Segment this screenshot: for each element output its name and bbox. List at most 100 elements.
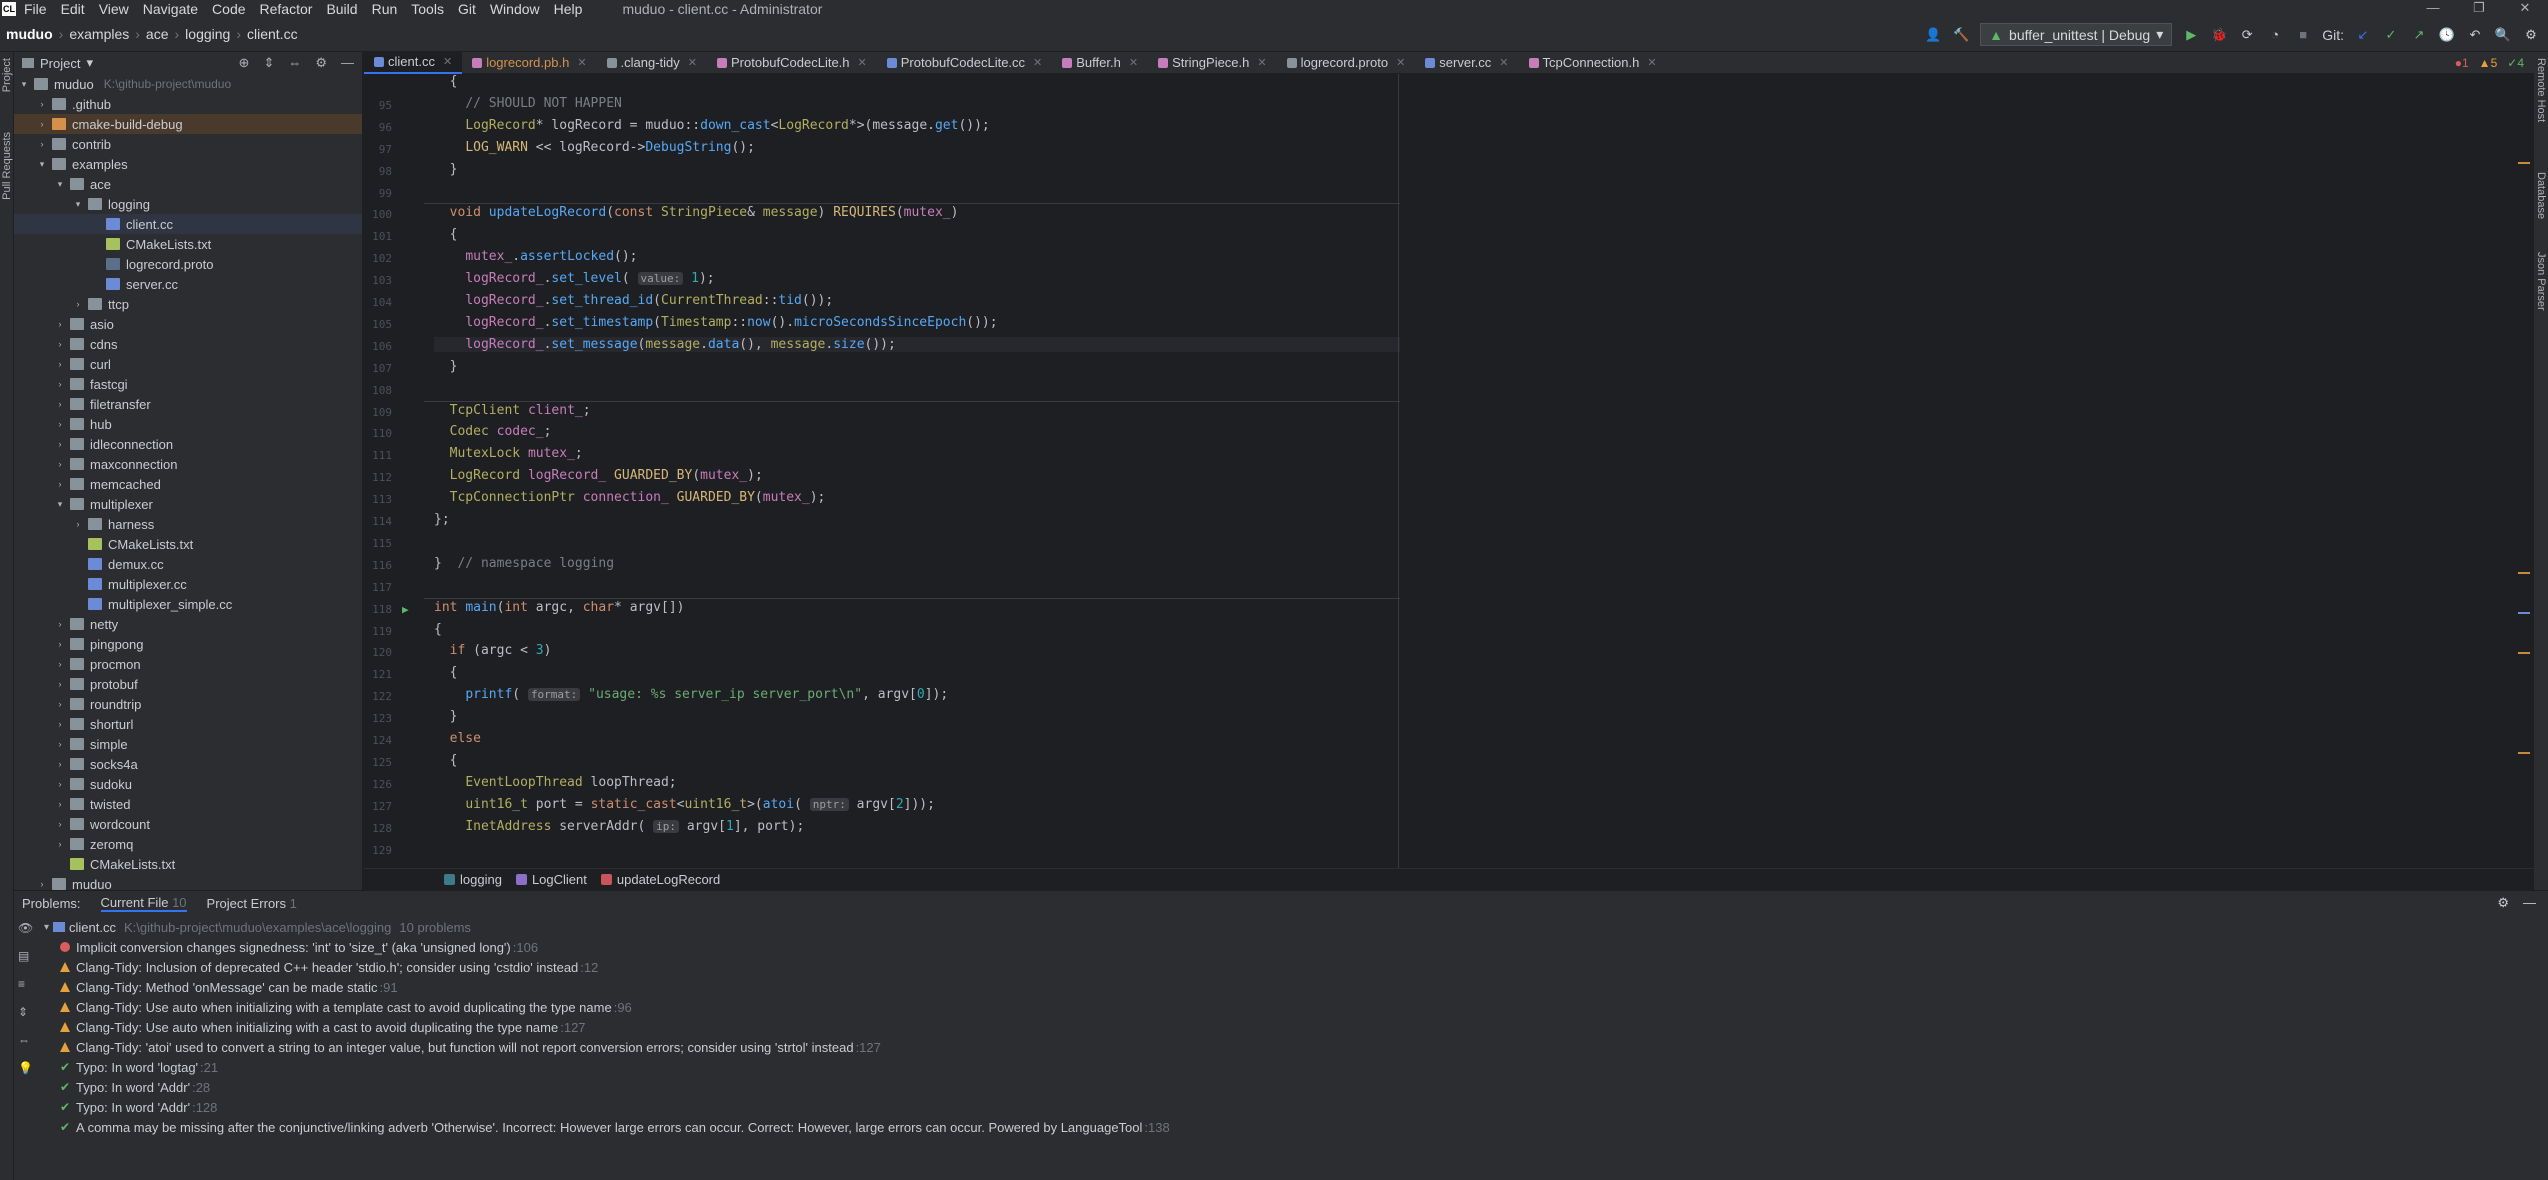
chevron-down-icon[interactable]: ▾ [18, 79, 30, 90]
tree-item[interactable]: › wordcount [14, 814, 362, 834]
tab-buffer-h[interactable]: Buffer.h ✕ [1052, 52, 1148, 74]
stop-icon[interactable]: ■ [2294, 26, 2312, 44]
code-line[interactable]: if (argc < 3) [434, 643, 552, 658]
problem-item[interactable]: Clang-Tidy: 'atoi' used to convert a str… [44, 1037, 1170, 1057]
chevron-right-icon[interactable]: › [54, 399, 66, 409]
tree-item[interactable]: › ttcp [14, 294, 362, 314]
breadcrumb-ace[interactable]: ace [146, 26, 169, 42]
chevron-right-icon[interactable]: › [72, 299, 84, 309]
menu-git[interactable]: Git [458, 1, 476, 17]
code-line[interactable]: LogRecord logRecord_ GUARDED_BY(mutex_); [434, 468, 763, 483]
problem-item[interactable]: Clang-Tidy: Use auto when initializing w… [44, 1017, 1170, 1037]
gear-icon[interactable]: ⚙ [315, 55, 327, 71]
menu-navigate[interactable]: Navigate [143, 1, 198, 17]
menu-edit[interactable]: Edit [61, 1, 85, 17]
menu-help[interactable]: Help [554, 1, 583, 17]
tree-item[interactable]: › netty [14, 614, 362, 634]
tree-item[interactable]: › simple [14, 734, 362, 754]
code-line[interactable]: void updateLogRecord(const StringPiece& … [434, 205, 959, 220]
problem-item[interactable]: Clang-Tidy: Inclusion of deprecated C++ … [44, 957, 1170, 977]
code-line[interactable]: // SHOULD NOT HAPPEN [434, 96, 622, 111]
chevron-right-icon[interactable]: › [36, 139, 48, 149]
tree-item[interactable]: › hub [14, 414, 362, 434]
tab-server-cc[interactable]: server.cc ✕ [1415, 52, 1518, 74]
menu-run[interactable]: Run [372, 1, 398, 17]
chevron-right-icon[interactable]: › [54, 759, 66, 769]
code-line[interactable]: TcpClient client_; [434, 403, 591, 418]
tab-current-file[interactable]: Current File 10 [100, 895, 187, 912]
minimize-button[interactable]: — [2410, 0, 2456, 16]
tab-logrecord-pb-h[interactable]: logrecord.pb.h ✕ [462, 52, 596, 74]
preview-icon[interactable]: ▤ [18, 949, 33, 963]
chevron-right-icon[interactable]: › [54, 659, 66, 669]
close-tab-icon[interactable]: ✕ [1129, 56, 1138, 69]
tree-item[interactable]: › .github [14, 94, 362, 114]
tree-item[interactable]: multiplexer_simple.cc [14, 594, 362, 614]
close-tab-icon[interactable]: ✕ [1499, 56, 1508, 69]
close-tab-icon[interactable]: ✕ [1257, 56, 1266, 69]
sort-icon[interactable]: ≡ [18, 977, 33, 991]
code-breadcrumb-class[interactable]: LogClient [515, 872, 587, 887]
tree-item[interactable]: server.cc [14, 274, 362, 294]
chevron-right-icon[interactable]: › [54, 319, 66, 329]
rollback-icon[interactable]: ↶ [2466, 26, 2484, 44]
remote-host-tool-button[interactable]: Remote Host [2535, 58, 2547, 122]
code-line[interactable]: EventLoopThread loopThread; [434, 775, 676, 790]
collapse-all-icon[interactable]: ⇔ [288, 55, 301, 71]
problem-item[interactable]: ✔ Typo: In word 'logtag':21 [44, 1057, 1170, 1077]
code-line[interactable]: TcpConnectionPtr connection_ GUARDED_BY(… [434, 490, 826, 505]
close-tab-icon[interactable]: ✕ [1396, 56, 1405, 69]
chevron-right-icon[interactable]: › [54, 639, 66, 649]
run-icon[interactable]: ▶ [2182, 26, 2200, 44]
run-gutter-icon[interactable]: ▶ [402, 603, 409, 616]
git-update-icon[interactable]: ↙ [2354, 26, 2372, 44]
gear-icon[interactable]: ⚙ [2497, 895, 2509, 911]
settings-gear-icon[interactable]: ⚙ [2522, 26, 2540, 44]
search-icon[interactable]: 🔍 [2494, 26, 2512, 44]
hide-icon[interactable]: — [341, 55, 354, 71]
tree-item[interactable]: › pingpong [14, 634, 362, 654]
tab-stringpiece-h[interactable]: StringPiece.h ✕ [1148, 52, 1277, 74]
tab-client-cc[interactable]: client.cc ✕ [364, 51, 463, 74]
database-tool-button[interactable]: Database [2535, 172, 2547, 219]
tree-item[interactable]: › zeromq [14, 834, 362, 854]
code-line[interactable]: logRecord_.set_thread_id(CurrentThread::… [434, 293, 833, 308]
code-line[interactable]: MutexLock mutex_; [434, 446, 583, 461]
code-line[interactable]: }; [434, 512, 450, 527]
problem-item[interactable]: ✔ Typo: In word 'Addr':128 [44, 1097, 1170, 1117]
chevron-down-icon[interactable]: ▾ [72, 199, 84, 210]
profile-icon[interactable]: ◔ [2266, 26, 2284, 44]
chevron-right-icon[interactable]: › [54, 379, 66, 389]
problem-item[interactable]: Clang-Tidy: Method 'onMessage' can be ma… [44, 977, 1170, 997]
tree-item[interactable]: ▾ examples [14, 154, 362, 174]
tree-item[interactable]: › twisted [14, 794, 362, 814]
code-breadcrumb-method[interactable]: updateLogRecord [600, 872, 720, 887]
tab-logrecord-proto[interactable]: logrecord.proto ✕ [1277, 52, 1416, 74]
chevron-right-icon[interactable]: › [36, 99, 48, 109]
restore-button[interactable]: ❐ [2456, 0, 2502, 16]
code-line[interactable]: printf( format: "usage: %s server_ip ser… [434, 687, 948, 702]
code-line[interactable]: else [434, 731, 481, 746]
chevron-right-icon[interactable]: › [54, 419, 66, 429]
code-line[interactable]: } [434, 709, 458, 724]
chevron-down-icon[interactable]: ▾ [86, 55, 93, 71]
tree-item[interactable]: › shorturl [14, 714, 362, 734]
chevron-right-icon[interactable]: › [54, 619, 66, 629]
tree-item[interactable]: › idleconnection [14, 434, 362, 454]
code-line[interactable]: } // namespace logging [434, 556, 614, 571]
tab-protobufcodeclite-cc[interactable]: ProtobufCodecLite.cc ✕ [877, 52, 1053, 74]
chevron-right-icon[interactable]: › [36, 879, 48, 889]
target-icon[interactable]: ⊕ [239, 55, 250, 71]
tab-tcpconnection-h[interactable]: TcpConnection.h ✕ [1519, 52, 1667, 74]
chevron-down-icon[interactable]: ▾ [36, 159, 48, 170]
tree-item[interactable]: › curl [14, 354, 362, 374]
problem-item[interactable]: Implicit conversion changes signedness: … [44, 937, 1170, 957]
tree-item[interactable]: ▾ ace [14, 174, 362, 194]
close-button[interactable]: ✕ [2502, 0, 2548, 16]
eye-icon[interactable]: 👁 [18, 921, 33, 935]
tree-item[interactable]: › memcached [14, 474, 362, 494]
chevron-right-icon[interactable]: › [54, 359, 66, 369]
build-hammer-icon[interactable]: 🔨 [1952, 26, 1970, 44]
breadcrumb-project[interactable]: muduo [6, 26, 53, 42]
menu-file[interactable]: File [24, 1, 47, 17]
